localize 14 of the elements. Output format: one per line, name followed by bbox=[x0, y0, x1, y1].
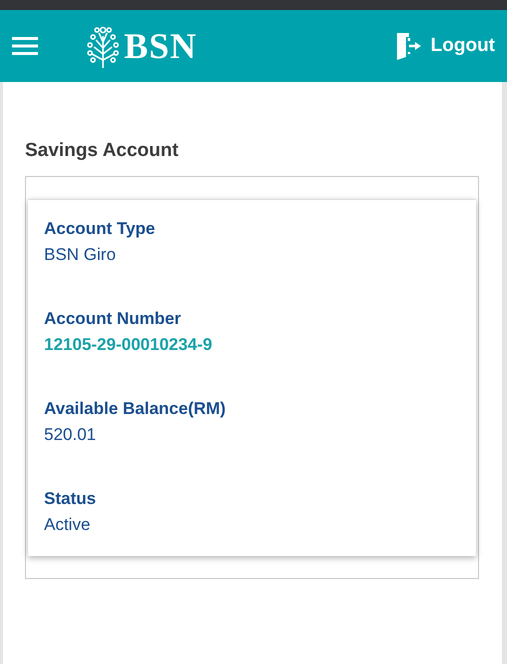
field-label: Available Balance(RM) bbox=[44, 398, 227, 420]
tree-icon bbox=[86, 24, 120, 68]
field-label: Status bbox=[44, 488, 97, 510]
field-value: 520.01 bbox=[44, 424, 97, 446]
field-value: BSN Giro bbox=[44, 244, 117, 266]
field-value: 12105-29-00010234-9 bbox=[44, 334, 214, 356]
field-label: Account Type bbox=[44, 218, 156, 240]
logo-text: BSN bbox=[124, 25, 198, 68]
logout-button[interactable]: Logout bbox=[394, 32, 495, 60]
logout-icon bbox=[394, 32, 423, 60]
menu-icon[interactable] bbox=[12, 36, 38, 56]
field-label: Account Number bbox=[44, 308, 182, 330]
field-value: Active bbox=[44, 514, 92, 536]
section-title: Savings Account bbox=[25, 140, 180, 163]
